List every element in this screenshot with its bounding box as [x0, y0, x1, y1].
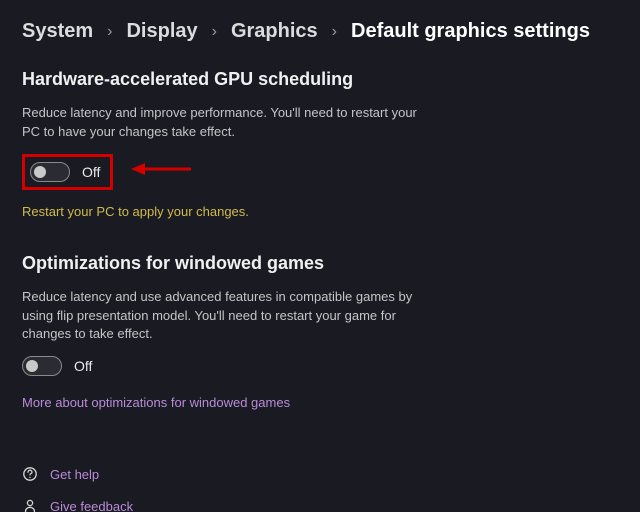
give-feedback-link[interactable]: Give feedback	[22, 498, 618, 512]
feedback-icon	[22, 498, 38, 512]
toggle-windowed-games[interactable]: Off	[22, 356, 92, 376]
section-desc-windowed-games: Reduce latency and use advanced features…	[22, 288, 422, 345]
chevron-right-icon: ›	[212, 23, 217, 41]
link-more-about-optimizations[interactable]: More about optimizations for windowed ga…	[22, 395, 290, 410]
give-feedback-label: Give feedback	[50, 499, 133, 512]
get-help-link[interactable]: Get help	[22, 466, 618, 482]
toggle-switch[interactable]	[30, 162, 70, 182]
annotation-arrow-icon	[131, 160, 191, 183]
chevron-right-icon: ›	[332, 23, 337, 41]
restart-warning: Restart your PC to apply your changes.	[22, 204, 618, 219]
breadcrumb-current: Default graphics settings	[351, 20, 590, 43]
toggle-label: Off	[82, 164, 100, 180]
breadcrumb-display[interactable]: Display	[126, 20, 197, 43]
chevron-right-icon: ›	[107, 23, 112, 41]
breadcrumb: System › Display › Graphics › Default gr…	[22, 20, 618, 43]
toggle-label: Off	[74, 358, 92, 374]
help-icon	[22, 466, 38, 482]
section-title-windowed-games: Optimizations for windowed games	[22, 253, 618, 274]
toggle-switch[interactable]	[22, 356, 62, 376]
breadcrumb-graphics[interactable]: Graphics	[231, 20, 318, 43]
toggle-gpu-scheduling[interactable]: Off	[30, 162, 100, 182]
breadcrumb-system[interactable]: System	[22, 20, 93, 43]
get-help-label: Get help	[50, 467, 99, 482]
annotation-highlight: Off	[22, 154, 113, 190]
section-desc-gpu-scheduling: Reduce latency and improve performance. …	[22, 104, 422, 142]
section-title-gpu-scheduling: Hardware-accelerated GPU scheduling	[22, 69, 618, 90]
